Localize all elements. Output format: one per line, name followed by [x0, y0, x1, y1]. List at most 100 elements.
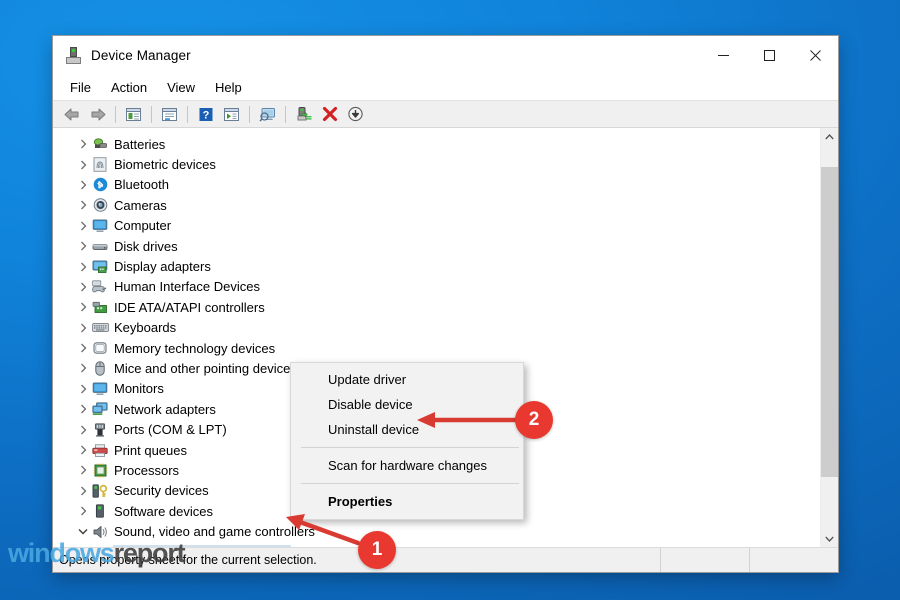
tree-node-label: Keyboards — [114, 320, 176, 335]
chevron-right-icon[interactable] — [75, 404, 91, 414]
tree-node-label: Computer — [114, 218, 171, 233]
show-hide-console-tree-icon[interactable] — [121, 103, 146, 125]
scroll-down-button[interactable] — [821, 530, 838, 547]
scrollbar-track[interactable] — [821, 145, 838, 530]
chevron-right-icon[interactable] — [75, 506, 91, 516]
maximize-button[interactable] — [746, 36, 792, 74]
tree-node-label: Security devices — [114, 483, 209, 498]
chevron-right-icon[interactable] — [75, 363, 91, 373]
chevron-right-icon[interactable] — [75, 302, 91, 312]
disk-drive-icon — [91, 238, 109, 254]
display-icon[interactable] — [255, 103, 280, 125]
printer-icon — [91, 442, 109, 458]
svg-text:?: ? — [202, 109, 209, 121]
update-driver-icon[interactable] — [291, 103, 316, 125]
context-menu-item-uninstall-device[interactable]: Uninstall device — [291, 417, 523, 442]
tree-node-label: Monitors — [114, 381, 164, 396]
chevron-right-icon[interactable] — [75, 221, 91, 231]
tree-node-display-adapters[interactable]: Display adapters — [53, 256, 820, 276]
close-button[interactable] — [792, 36, 838, 74]
tree-node-label: Biometric devices — [114, 157, 216, 172]
tree-node-ide-controllers[interactable]: IDE ATA/ATAPI controllers — [53, 297, 820, 317]
menu-help[interactable]: Help — [206, 77, 251, 98]
tree-node-label: IDE ATA/ATAPI controllers — [114, 300, 265, 315]
chevron-right-icon[interactable] — [75, 323, 91, 333]
status-pane-3 — [749, 548, 838, 572]
chevron-right-icon[interactable] — [75, 241, 91, 251]
context-menu-item-update-driver[interactable]: Update driver — [291, 367, 523, 392]
tree-node-human-interface-devices[interactable]: Human Interface Devices — [53, 277, 820, 297]
toolbar-separator — [187, 106, 188, 123]
memory-icon — [91, 340, 109, 356]
toolbar-separator — [151, 106, 152, 123]
monitor-icon — [91, 381, 109, 397]
chevron-right-icon[interactable] — [75, 160, 91, 170]
battery-icon — [91, 136, 109, 152]
sound-icon — [91, 524, 109, 540]
tree-node-label: Batteries — [114, 137, 165, 152]
tree-node-memory-technology-devices[interactable]: Memory technology devices — [53, 338, 820, 358]
hid-icon — [91, 279, 109, 295]
status-bar: Opens property sheet for the current sel… — [53, 547, 838, 572]
chevron-right-icon[interactable] — [75, 465, 91, 475]
tree-node-selected-device[interactable] — [53, 542, 820, 547]
context-menu-separator — [301, 447, 519, 448]
toolbar-separator — [285, 106, 286, 123]
menu-view[interactable]: View — [158, 77, 204, 98]
tree-node-label: Human Interface Devices — [114, 279, 260, 294]
disable-device-icon[interactable] — [343, 103, 368, 125]
tree-node-computer[interactable]: Computer — [53, 216, 820, 236]
vertical-scrollbar[interactable] — [820, 128, 838, 547]
chevron-right-icon[interactable] — [75, 384, 91, 394]
tree-node-sound-video-game-controllers[interactable]: Sound, video and game controllers — [53, 521, 820, 541]
toolbar-separator — [249, 106, 250, 123]
scrollbar-thumb[interactable] — [821, 167, 838, 477]
chevron-right-icon[interactable] — [75, 139, 91, 149]
tree-node-label: Ports (COM & LPT) — [114, 422, 227, 437]
chevron-right-icon[interactable] — [75, 282, 91, 292]
window-controls — [700, 36, 838, 74]
mouse-icon — [91, 360, 109, 376]
tree-node-batteries[interactable]: Batteries — [53, 134, 820, 154]
context-menu-item-disable-device[interactable]: Disable device — [291, 392, 523, 417]
tree-node-label: Memory technology devices — [114, 341, 275, 356]
tree-node-disk-drives[interactable]: Disk drives — [53, 236, 820, 256]
back-icon[interactable] — [59, 103, 84, 125]
ide-controller-icon — [91, 299, 109, 315]
chevron-right-icon[interactable] — [75, 445, 91, 455]
port-icon — [91, 422, 109, 438]
menu-action[interactable]: Action — [102, 77, 156, 98]
tree-node-label: Sound, video and game controllers — [114, 524, 315, 539]
uninstall-device-icon[interactable] — [317, 103, 342, 125]
tree-node-label: Software devices — [114, 504, 213, 519]
menu-bar: File Action View Help — [53, 74, 838, 100]
tree-node-biometric-devices[interactable]: Biometric devices — [53, 154, 820, 174]
context-menu-item-scan-for-hardware-changes[interactable]: Scan for hardware changes — [291, 453, 523, 478]
device-manager-icon — [65, 47, 82, 64]
annotation-badge-2: 2 — [515, 401, 553, 439]
chevron-right-icon[interactable] — [75, 180, 91, 190]
chevron-right-icon[interactable] — [75, 343, 91, 353]
chevron-right-icon[interactable] — [75, 486, 91, 496]
help-icon[interactable]: ? — [193, 103, 218, 125]
minimize-button[interactable] — [700, 36, 746, 74]
chevron-down-icon[interactable] — [75, 528, 91, 535]
scan-icon[interactable] — [219, 103, 244, 125]
forward-icon[interactable] — [85, 103, 110, 125]
toolbar: ? — [53, 100, 838, 128]
chevron-right-icon[interactable] — [75, 200, 91, 210]
tree-node-keyboards[interactable]: Keyboards — [53, 318, 820, 338]
network-adapter-icon — [91, 401, 109, 417]
title-bar: Device Manager — [53, 36, 838, 74]
scroll-up-button[interactable] — [821, 128, 838, 145]
chevron-right-icon[interactable] — [75, 425, 91, 435]
context-menu-separator — [301, 483, 519, 484]
chevron-right-icon[interactable] — [75, 262, 91, 272]
tree-node-label: Disk drives — [114, 239, 178, 254]
tree-node-cameras[interactable]: Cameras — [53, 195, 820, 215]
context-menu-item-properties[interactable]: Properties — [291, 489, 523, 514]
display-adapter-icon — [91, 259, 109, 275]
tree-node-bluetooth[interactable]: Bluetooth — [53, 175, 820, 195]
properties-icon[interactable] — [157, 103, 182, 125]
menu-file[interactable]: File — [61, 77, 100, 98]
